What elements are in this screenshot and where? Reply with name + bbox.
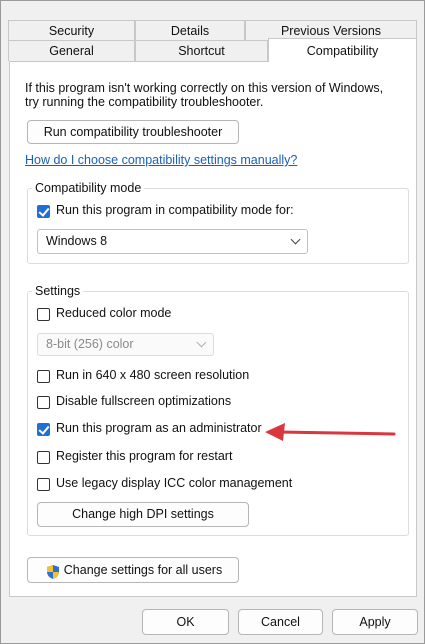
compatibility-mode-label: Run this program in compatibility mode f… [56, 203, 294, 217]
apply-button[interactable]: Apply [332, 609, 418, 635]
color-depth-value: 8-bit (256) color [46, 337, 134, 351]
res-640-checkbox[interactable] [37, 370, 50, 383]
help-link[interactable]: How do I choose compatibility settings m… [25, 153, 297, 167]
settings-group [27, 291, 409, 536]
properties-dialog: Security Details Previous Versions Gener… [0, 0, 425, 644]
reduced-color-checkbox[interactable] [37, 308, 50, 321]
run-as-admin-checkbox[interactable] [37, 423, 50, 436]
reduced-color-label: Reduced color mode [56, 306, 172, 320]
tab-general-label: General [49, 44, 94, 58]
fullscreen-opt-label: Disable fullscreen optimizations [56, 394, 232, 408]
red-arrow-annotation [265, 423, 396, 441]
register-restart-checkbox[interactable] [37, 451, 50, 464]
settings-legend: Settings [32, 284, 84, 298]
change-settings-all-users-label: Change settings for all users [63, 563, 223, 577]
compatibility-mode-checkbox[interactable] [37, 205, 50, 218]
compatibility-mode-legend: Compatibility mode [32, 181, 145, 195]
compatibility-panel: If this program isn't working correctly … [9, 61, 417, 597]
run-as-admin-label: Run this program as an administrator [56, 421, 262, 435]
color-depth-select[interactable]: 8-bit (256) color [37, 333, 214, 356]
tab-security[interactable]: Security [8, 20, 135, 40]
tab-security-label: Security [48, 24, 95, 38]
legacy-icc-checkbox[interactable] [37, 478, 50, 491]
change-settings-all-users-button[interactable]: Change settings for all users [27, 557, 239, 583]
chevron-down-icon [290, 234, 301, 245]
tab-previous-versions-label: Previous Versions [280, 24, 382, 38]
cancel-button[interactable]: Cancel [238, 609, 323, 635]
tab-previous-versions[interactable]: Previous Versions [245, 20, 417, 40]
fullscreen-opt-checkbox[interactable] [37, 396, 50, 409]
intro-line-2: try running the compatibility troublesho… [25, 95, 264, 109]
ok-button[interactable]: OK [142, 609, 229, 635]
register-restart-label: Register this program for restart [56, 449, 233, 463]
chevron-down-icon [196, 337, 207, 348]
tab-compatibility[interactable]: Compatibility [268, 38, 417, 62]
tab-shortcut-label: Shortcut [178, 44, 225, 58]
change-dpi-button[interactable]: Change high DPI settings [37, 502, 249, 527]
uac-shield-icon [47, 565, 59, 579]
run-troubleshooter-button[interactable]: Run compatibility troubleshooter [27, 120, 239, 144]
legacy-icc-label: Use legacy display ICC color management [56, 476, 293, 490]
os-version-value: Windows 8 [46, 234, 108, 248]
os-version-select[interactable]: Windows 8 [37, 229, 308, 254]
intro-line-1: If this program isn't working correctly … [25, 81, 384, 95]
tab-shortcut[interactable]: Shortcut [135, 40, 268, 61]
tab-details[interactable]: Details [135, 20, 245, 40]
tab-compatibility-label: Compatibility [306, 44, 379, 58]
res-640-label: Run in 640 x 480 screen resolution [56, 368, 250, 382]
tab-details-label: Details [170, 24, 210, 38]
tab-general[interactable]: General [8, 40, 135, 61]
